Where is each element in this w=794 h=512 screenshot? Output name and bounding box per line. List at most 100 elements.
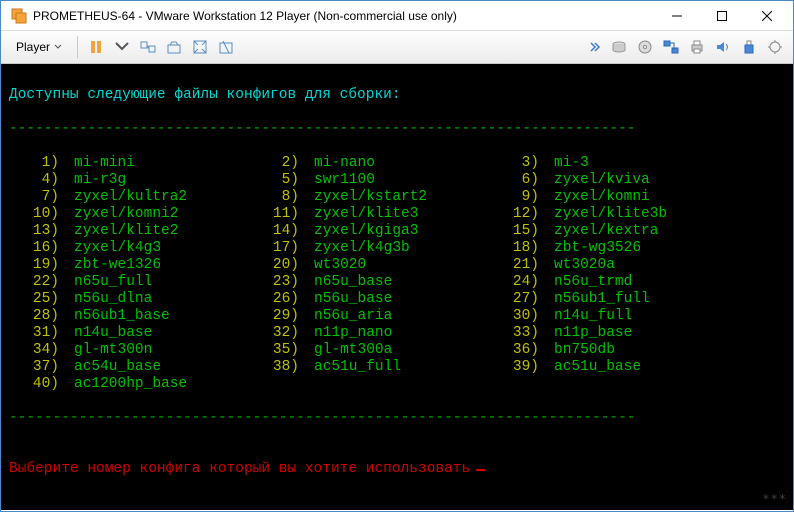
- config-item: 8)zyxel/kstart2: [249, 189, 489, 206]
- config-number: 10): [9, 206, 59, 223]
- send-ctrl-alt-del-button[interactable]: [136, 35, 160, 59]
- config-name: zyxel/klite3: [299, 206, 418, 223]
- config-list: 1)mi-mini 2)mi-nano 3)mi-3 4)mi-r3g 5)sw…: [9, 155, 785, 393]
- snapshot-button[interactable]: [162, 35, 186, 59]
- config-number: 38): [249, 359, 299, 376]
- config-item: 38)ac51u_full: [249, 359, 489, 376]
- config-item: 11)zyxel/klite3: [249, 206, 489, 223]
- config-name: mi-r3g: [59, 172, 126, 189]
- config-number: 16): [9, 240, 59, 257]
- config-number: 1): [9, 155, 59, 172]
- config-item: 31)n14u_base: [9, 325, 249, 342]
- usb-icon[interactable]: [737, 35, 761, 59]
- config-name: zyxel/k4g3: [59, 240, 161, 257]
- config-item: 13)zyxel/klite2: [9, 223, 249, 240]
- config-number: 33): [489, 325, 539, 342]
- config-number: 2): [249, 155, 299, 172]
- config-item: 29)n56u_aria: [249, 308, 489, 325]
- window-controls: [654, 2, 789, 30]
- config-row: 16)zyxel/k4g317)zyxel/k4g3b18)zbt-wg3526: [9, 240, 785, 257]
- config-name: zyxel/kstart2: [299, 189, 427, 206]
- config-number: 36): [489, 342, 539, 359]
- config-item: 39)ac51u_base: [489, 359, 729, 376]
- config-row: 22)n65u_full23)n65u_base 24)n56u_trmd: [9, 274, 785, 291]
- config-number: 34): [9, 342, 59, 359]
- config-item: 18)zbt-wg3526: [489, 240, 729, 257]
- sound-icon[interactable]: [711, 35, 735, 59]
- config-name: n56ub1_base: [59, 308, 170, 325]
- config-name: swr1100: [299, 172, 375, 189]
- power-dropdown[interactable]: [110, 35, 134, 59]
- config-name: n65u_base: [299, 274, 392, 291]
- printer-icon[interactable]: [685, 35, 709, 59]
- config-number: 11): [249, 206, 299, 223]
- config-number: 23): [249, 274, 299, 291]
- minimize-button[interactable]: [654, 2, 699, 30]
- config-name: mi-3: [539, 155, 589, 172]
- fullscreen-button[interactable]: [188, 35, 212, 59]
- config-row: 25)n56u_dlna26)n56u_base27)n56ub1_full: [9, 291, 785, 308]
- config-name: ac1200hp_base: [59, 376, 187, 393]
- player-menu[interactable]: Player: [7, 36, 71, 58]
- config-number: 26): [249, 291, 299, 308]
- config-item: 17)zyxel/k4g3b: [249, 240, 489, 257]
- config-item: 4)mi-r3g: [9, 172, 249, 189]
- config-item: 30)n14u_full: [489, 308, 729, 325]
- harddisk-icon[interactable]: [607, 35, 631, 59]
- config-number: 40): [9, 376, 59, 393]
- network-icon[interactable]: [659, 35, 683, 59]
- tools-icon[interactable]: [763, 35, 787, 59]
- config-item: 22)n65u_full: [9, 274, 249, 291]
- window-titlebar: PROMETHEUS-64 - VMware Workstation 12 Pl…: [1, 1, 793, 31]
- config-row: 4)mi-r3g 5)swr1100 6)zyxel/kviva: [9, 172, 785, 189]
- config-name: wt3020a: [539, 257, 615, 274]
- config-number: 30): [489, 308, 539, 325]
- config-number: 39): [489, 359, 539, 376]
- config-name: n11p_base: [539, 325, 632, 342]
- config-item: 25)n56u_dlna: [9, 291, 249, 308]
- close-button[interactable]: [744, 2, 789, 30]
- config-number: 37): [9, 359, 59, 376]
- config-number: 8): [249, 189, 299, 206]
- config-item: 36)bn750db: [489, 342, 729, 359]
- vmware-toolbar: Player: [1, 31, 793, 64]
- config-item: 24)n56u_trmd: [489, 274, 729, 291]
- config-number: 18): [489, 240, 539, 257]
- config-item: 3)mi-3: [489, 155, 729, 172]
- config-row: 31)n14u_base32)n11p_nano33)n11p_base: [9, 325, 785, 342]
- config-name: zyxel/kultra2: [59, 189, 187, 206]
- config-number: 31): [9, 325, 59, 342]
- config-name: gl-mt300a: [299, 342, 392, 359]
- config-name: n14u_base: [59, 325, 152, 342]
- terminal-output[interactable]: Доступны следующие файлы конфигов для сб…: [1, 64, 793, 510]
- terminal-header: Доступны следующие файлы конфигов для сб…: [9, 87, 785, 104]
- config-number: 15): [489, 223, 539, 240]
- config-item: 26)n56u_base: [249, 291, 489, 308]
- config-item: 7)zyxel/kultra2: [9, 189, 249, 206]
- config-row: 37)ac54u_base38)ac51u_full39)ac51u_base: [9, 359, 785, 376]
- terminal-prompt: Выберите номер конфига который вы хотите…: [9, 461, 785, 478]
- config-number: 25): [9, 291, 59, 308]
- pause-button[interactable]: [84, 35, 108, 59]
- cdrom-icon[interactable]: [633, 35, 657, 59]
- config-row: 13)zyxel/klite214)zyxel/kgiga315)zyxel/k…: [9, 223, 785, 240]
- config-name: n14u_full: [539, 308, 632, 325]
- devices-chevron-icon[interactable]: [581, 35, 605, 59]
- config-row: 40)ac1200hp_base: [9, 376, 785, 393]
- terminal-divider: ----------------------------------------…: [9, 121, 785, 138]
- config-name: ac51u_base: [539, 359, 641, 376]
- config-name: n11p_nano: [299, 325, 392, 342]
- maximize-button[interactable]: [699, 2, 744, 30]
- window-title: PROMETHEUS-64 - VMware Workstation 12 Pl…: [33, 9, 654, 23]
- config-name: mi-nano: [299, 155, 375, 172]
- config-item: 16)zyxel/k4g3: [9, 240, 249, 257]
- config-number: 19): [9, 257, 59, 274]
- config-name: n56u_dlna: [59, 291, 152, 308]
- config-name: n65u_full: [59, 274, 152, 291]
- config-number: 12): [489, 206, 539, 223]
- config-name: n56u_aria: [299, 308, 392, 325]
- config-name: bn750db: [539, 342, 615, 359]
- unity-button[interactable]: [214, 35, 238, 59]
- config-item: 10)zyxel/komni2: [9, 206, 249, 223]
- config-name: n56u_trmd: [539, 274, 632, 291]
